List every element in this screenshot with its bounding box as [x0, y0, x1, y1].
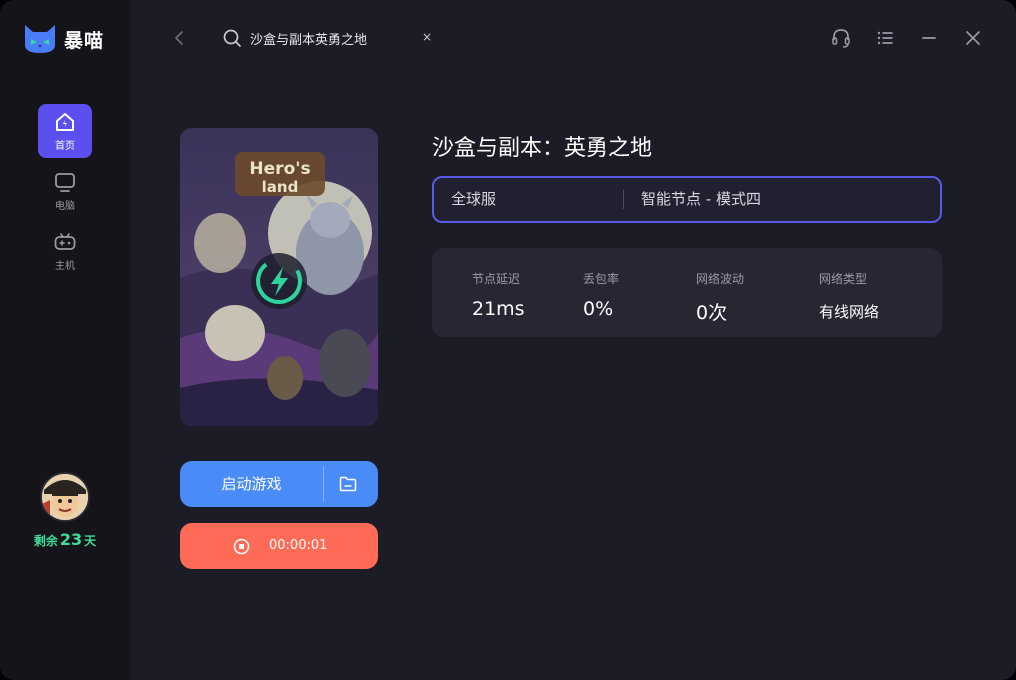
- sidebar-item-label: 首页: [55, 141, 75, 152]
- stat-label: 网络类型: [819, 272, 868, 286]
- launch-divider: [323, 466, 324, 502]
- app-window: 暴喵 首页 电脑 主机 剩余 23 天 沙盒与副本英勇之地 × Hero's l…: [0, 0, 1016, 680]
- launch-game-label: 启动游戏: [221, 475, 282, 493]
- stat-label: 网络波动: [696, 272, 745, 286]
- monitor-icon: [55, 173, 75, 192]
- stop-icon: [233, 538, 250, 555]
- svg-text:land: land: [262, 178, 299, 196]
- game-cover-image: Hero's land: [180, 128, 378, 426]
- sidebar: 暴喵 首页 电脑 主机 剩余 23 天: [0, 0, 130, 680]
- stat-value: 0%: [583, 298, 614, 320]
- sidebar-item-console[interactable]: 主机: [38, 224, 92, 278]
- remaining-days: 剩余 23 天: [33, 530, 97, 549]
- folder-icon[interactable]: [338, 474, 358, 494]
- avatar[interactable]: [40, 472, 90, 522]
- game-title: 沙盒与副本：英勇之地: [432, 136, 653, 161]
- window-close-icon[interactable]: [962, 27, 984, 49]
- cat-logo-icon: [25, 25, 55, 53]
- sidebar-item-home[interactable]: 首页: [38, 104, 92, 158]
- gamepad-icon: [54, 233, 76, 250]
- stop-game-button[interactable]: 00:00:01: [180, 523, 378, 569]
- stat-value: 21ms: [472, 298, 525, 320]
- close-icon[interactable]: ×: [420, 29, 434, 45]
- brand-name: 暴喵: [64, 29, 105, 52]
- sidebar-item-label: 电脑: [55, 201, 75, 212]
- stat-value: 0次: [696, 302, 728, 324]
- back-arrow-icon[interactable]: [170, 28, 190, 48]
- elapsed-timer: 00:00:01: [269, 538, 328, 553]
- server-divider: [623, 190, 624, 209]
- headset-icon[interactable]: [830, 27, 852, 49]
- menu-list-icon[interactable]: [874, 27, 896, 49]
- search-icon: [223, 29, 241, 47]
- svg-text:Hero's: Hero's: [249, 159, 310, 179]
- stat-label: 丢包率: [583, 272, 620, 286]
- stat-label: 节点延迟: [472, 272, 521, 286]
- server-node[interactable]: 智能节点 - 模式四: [641, 178, 761, 221]
- stat-value: 有线网络: [819, 303, 880, 321]
- sidebar-item-label: 主机: [55, 261, 75, 272]
- server-select[interactable]: 全球服 智能节点 - 模式四: [432, 176, 942, 223]
- minimize-icon[interactable]: [918, 27, 940, 49]
- brand: 暴喵: [22, 22, 104, 56]
- search-input[interactable]: [250, 28, 410, 48]
- launch-game-button[interactable]: 启动游戏: [180, 461, 378, 507]
- server-region[interactable]: 全球服: [451, 178, 496, 221]
- network-stats-card: 节点延迟 21ms 丢包率 0% 网络波动 0次 网络类型 有线网络: [432, 248, 942, 337]
- sidebar-item-pc[interactable]: 电脑: [38, 164, 92, 218]
- home-icon: [56, 113, 74, 131]
